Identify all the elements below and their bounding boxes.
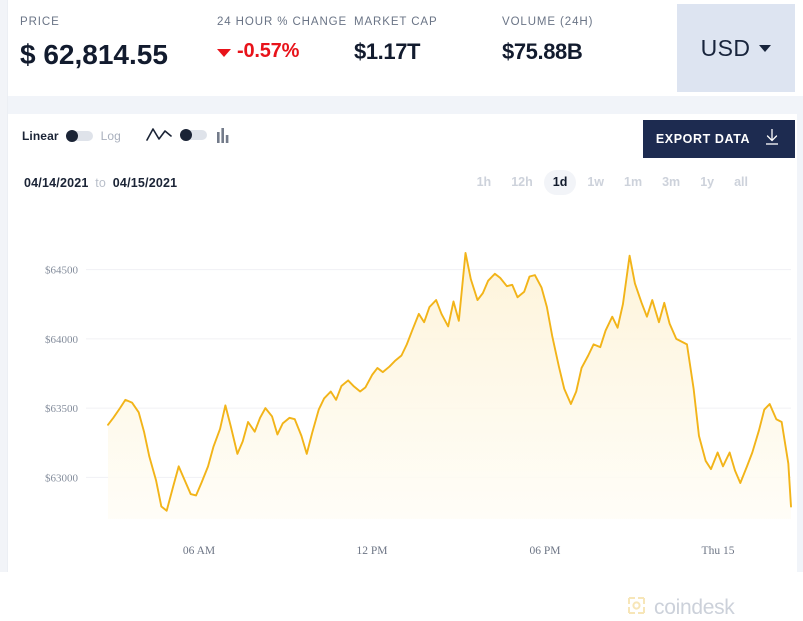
price-chart-svg[interactable]: $63000 $63500 $64000 $64500 06 AM 12 PM 06 PM T… <box>8 214 803 572</box>
stat-price-label: PRICE <box>20 16 60 28</box>
x-axis-tick-label: 06 PM <box>530 545 561 557</box>
scale-linear-label[interactable]: Linear <box>22 129 59 143</box>
y-axis-tick-label: $64500 <box>45 265 79 277</box>
export-data-label: EXPORT DATA <box>655 132 751 146</box>
range-option-1m[interactable]: 1m <box>615 170 651 195</box>
right-edge-strip <box>797 114 803 572</box>
x-axis-tick-label: Thu 15 <box>702 545 735 557</box>
chevron-down-icon <box>759 44 772 52</box>
date-range-start[interactable]: 04/14/2021 <box>24 176 89 190</box>
download-icon <box>762 127 782 152</box>
stat-change-label: 24 HOUR % CHANGE <box>217 16 348 28</box>
line-chart-icon[interactable] <box>146 126 172 144</box>
range-option-12h[interactable]: 12h <box>502 170 542 195</box>
date-range[interactable]: 04/14/2021 to 04/15/2021 <box>24 176 177 190</box>
range-option-3m[interactable]: 3m <box>653 170 689 195</box>
export-data-button[interactable]: EXPORT DATA <box>643 120 795 158</box>
chart-area-fill <box>108 252 791 519</box>
range-selector: 1h 12h 1d 1w 1m 3m 1y all <box>468 170 757 195</box>
range-option-1w[interactable]: 1w <box>578 170 613 195</box>
stat-volume: VOLUME (24H) $75.88B <box>502 16 662 63</box>
y-axis-tick-label: $64000 <box>45 334 79 346</box>
chart-toolbar: Linear Log EXPORT DATA <box>8 114 803 168</box>
y-axis-tick-label: $63000 <box>45 472 79 484</box>
chart-date-row: 04/14/2021 to 04/15/2021 1h 12h 1d 1w 1m… <box>8 168 803 208</box>
scale-toggle-switch[interactable] <box>65 130 93 142</box>
stat-change: 24 HOUR % CHANGE -0.57% <box>217 16 354 61</box>
scale-log-label[interactable]: Log <box>101 129 121 143</box>
coindesk-watermark: coindesk <box>626 595 735 621</box>
x-axis-tick-label: 06 AM <box>183 545 215 557</box>
scale-toggle-group[interactable]: Linear Log <box>22 129 121 143</box>
scale-toggle-knob <box>65 130 78 142</box>
coindesk-logo-icon <box>626 595 647 621</box>
chart-card: Linear Log EXPORT DATA 04/14/2021 to 04/… <box>8 114 803 619</box>
price-stats-card: PRICE $ 62,814.55 24 HOUR % CHANGE -0.57… <box>8 0 803 96</box>
range-option-1y[interactable]: 1y <box>691 170 723 195</box>
stat-volume-label: VOLUME (24H) <box>502 16 594 28</box>
date-range-end[interactable]: 04/15/2021 <box>113 176 178 190</box>
range-option-all[interactable]: all <box>725 170 757 195</box>
stat-market-cap-label: MARKET CAP <box>354 16 438 28</box>
y-axis-tick-label: $63500 <box>45 403 79 415</box>
caret-down-icon <box>217 48 231 57</box>
left-edge-strip <box>0 0 8 572</box>
coindesk-price-page: PRICE $ 62,814.55 24 HOUR % CHANGE -0.57… <box>0 0 803 619</box>
coindesk-watermark-text: coindesk <box>654 596 735 619</box>
stat-volume-value: $75.88B <box>502 39 583 64</box>
stats-group: PRICE $ 62,814.55 24 HOUR % CHANGE -0.57… <box>8 0 677 96</box>
stat-change-value: -0.57% <box>237 40 300 62</box>
stat-price: PRICE $ 62,814.55 <box>20 16 217 69</box>
currency-label: USD <box>700 34 751 61</box>
currency-selector[interactable]: USD <box>677 4 795 92</box>
x-axis-tick-label: 12 PM <box>357 545 388 557</box>
chart-type-toggle-group[interactable] <box>146 126 232 144</box>
stat-change-value-wrap: -0.57% <box>217 41 354 61</box>
chart-type-toggle-knob <box>180 129 192 141</box>
stat-market-cap-value: $1.17T <box>354 39 421 64</box>
stat-price-value: $ 62,814.55 <box>20 39 168 70</box>
range-option-1d[interactable]: 1d <box>543 170 577 195</box>
price-chart-plot[interactable]: $63000 $63500 $64000 $64500 06 AM 12 PM 06 PM T… <box>8 214 803 572</box>
date-range-separator: to <box>95 176 107 190</box>
range-option-1h[interactable]: 1h <box>468 170 501 195</box>
stat-market-cap: MARKET CAP $1.17T <box>354 16 502 63</box>
bar-chart-icon[interactable] <box>216 126 232 144</box>
chart-type-toggle-switch[interactable] <box>180 129 207 141</box>
